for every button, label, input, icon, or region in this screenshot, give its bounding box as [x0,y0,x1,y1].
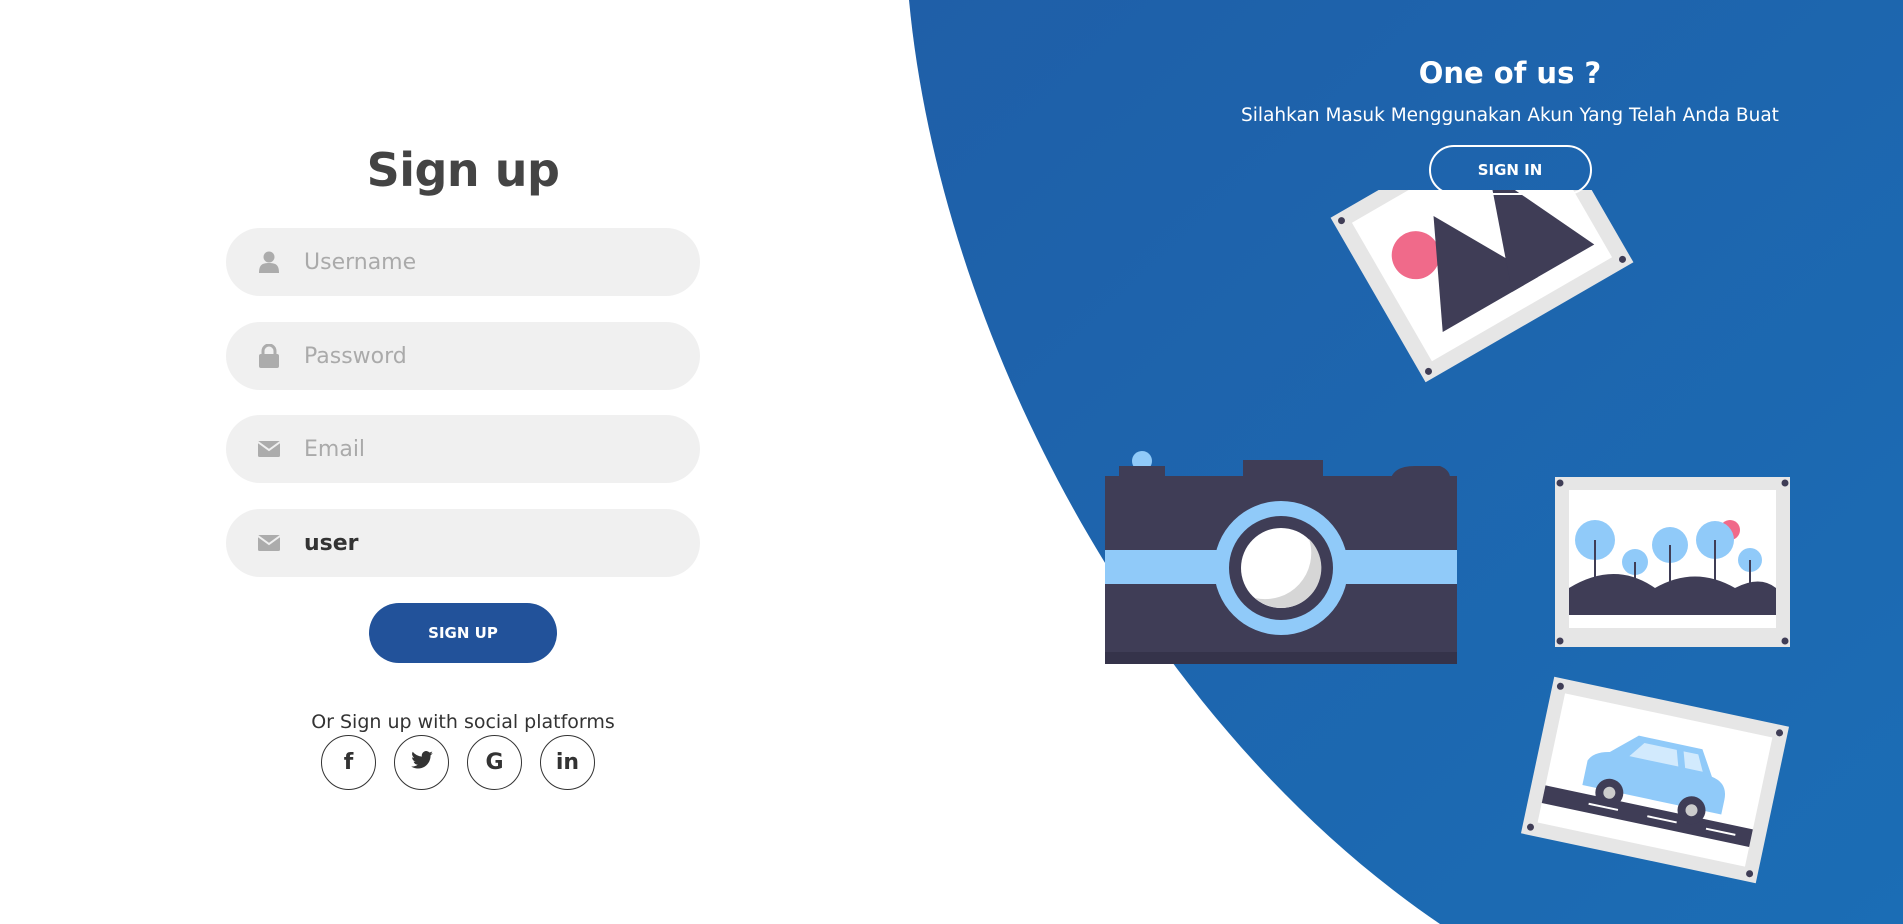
google-button[interactable]: G [467,735,522,790]
email-field[interactable] [226,415,700,483]
social-text: Or Sign up with social platforms [311,711,615,733]
envelope-icon [256,441,282,457]
linkedin-icon: in [555,750,580,775]
google-icon: G [485,750,504,775]
username-field[interactable] [226,228,700,296]
envelope-icon [256,535,282,551]
user-icon [256,251,282,273]
camera-photos-illustration [1105,190,1790,884]
panel-subtitle: Silahkan Masuk Menggunakan Akun Yang Tel… [1241,105,1779,126]
twitter-button[interactable] [394,735,449,790]
extra-input[interactable] [302,522,686,564]
username-input[interactable] [302,241,686,283]
facebook-button[interactable]: f [321,735,376,790]
camera-image [1105,451,1457,664]
email-input[interactable] [302,428,686,470]
signup-button[interactable]: SIGN UP [369,603,557,663]
lock-icon [256,344,282,368]
password-field[interactable] [226,322,700,390]
signup-title: Sign up [366,143,560,197]
twitter-icon [410,750,433,775]
mountain-photo-image [1330,190,1634,383]
extra-field[interactable] [226,509,700,577]
trees-photo-image [1555,477,1790,647]
password-input[interactable] [302,335,686,377]
social-media-list: f G in [321,735,611,793]
car-photo-image [1520,676,1790,884]
signup-form: Sign up SIGN UP Or Sign up with social p… [226,140,700,790]
linkedin-button[interactable]: in [540,735,595,790]
panel-title: One of us ? [1418,56,1602,90]
signin-button[interactable]: SIGN IN [1428,145,1592,195]
facebook-icon: f [343,750,354,775]
signin-panel: One of us ? Silahkan Masuk Menggunakan A… [1210,55,1810,195]
